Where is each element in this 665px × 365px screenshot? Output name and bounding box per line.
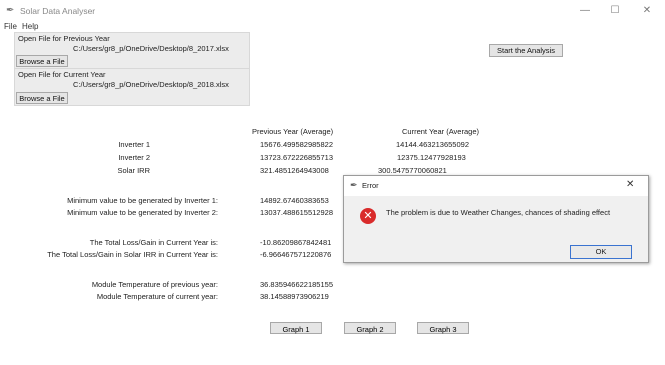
- title-bar: ✒ Solar Data Analyser — ☐ ✕: [0, 0, 665, 22]
- inverter-1-previous: 15676.499582985822: [260, 140, 333, 149]
- previous-file-panel: Open File for Previous Year C:/Users/gr8…: [14, 32, 250, 70]
- previous-year-header: Previous Year (Average): [252, 127, 334, 136]
- browse-previous-button[interactable]: Browse a File: [16, 55, 68, 67]
- module-temp-current-label: Module Temperature of current year:: [96, 292, 218, 301]
- loss-gain-irr-value: -6.966467571220876: [260, 250, 332, 259]
- maximize-button[interactable]: ☐: [604, 4, 626, 18]
- dialog-title: Error: [362, 181, 379, 190]
- feather-icon: ✒: [6, 5, 15, 16]
- feather-icon: ✒: [350, 180, 358, 190]
- min-inverter-2-label: Minimum value to be generated by Inverte…: [67, 208, 218, 217]
- error-dialog: ✒ Error ✕ ✕ The problem is due to Weathe…: [343, 175, 649, 263]
- menu-help[interactable]: Help: [22, 22, 38, 31]
- solar-irr-previous: 321.4851264943008: [260, 166, 329, 175]
- graph-2-button[interactable]: Graph 2: [344, 322, 396, 334]
- row-label-solar-irr: Solar IRR: [117, 166, 150, 175]
- graph-3-button[interactable]: Graph 3: [417, 322, 469, 334]
- module-temp-previous-label: Module Temperature of previous year:: [91, 280, 218, 289]
- current-file-path: C:/Users/gr8_p/OneDrive/Desktop/8_2018.x…: [73, 80, 229, 89]
- inverter-2-current: 12375.12477928193: [397, 153, 466, 162]
- min-inverter-1-value: 14892.67460383653: [260, 196, 329, 205]
- module-temp-current-value: 38.14588973906219: [260, 292, 329, 301]
- inverter-1-current: 14144.463213655092: [396, 140, 469, 149]
- min-inverter-1-label: Minimum value to be generated by Inverte…: [67, 196, 218, 205]
- solar-irr-current: 300.5475770060821: [378, 166, 447, 175]
- window-title: Solar Data Analyser: [20, 6, 96, 16]
- menu-file[interactable]: File: [4, 22, 17, 31]
- inverter-2-previous: 13723.672226855713: [260, 153, 333, 162]
- row-label-inverter-1: Inverter 1: [118, 140, 150, 149]
- module-temp-previous-value: 36.835946622185155: [260, 280, 333, 289]
- current-year-header: Current Year (Average): [402, 127, 479, 136]
- minimize-button[interactable]: —: [574, 4, 596, 18]
- browse-current-button[interactable]: Browse a File: [16, 92, 68, 104]
- previous-file-path: C:/Users/gr8_p/OneDrive/Desktop/8_2017.x…: [73, 44, 229, 53]
- current-file-panel: Open File for Current Year C:/Users/gr8_…: [14, 68, 250, 106]
- dialog-title-bar: ✒ Error ✕: [344, 176, 648, 196]
- current-file-label: Open File for Current Year: [18, 70, 106, 79]
- row-label-inverter-2: Inverter 2: [118, 153, 150, 162]
- min-inverter-2-value: 13037.488615512928: [260, 208, 333, 217]
- dialog-close-button[interactable]: ✕: [626, 179, 634, 190]
- loss-gain-label: The Total Loss/Gain in Current Year is:: [89, 238, 218, 247]
- loss-gain-irr-label: The Total Loss/Gain in Solar IRR in Curr…: [47, 250, 218, 259]
- loss-gain-value: -10.86209867842481: [260, 238, 332, 247]
- close-button[interactable]: ✕: [636, 4, 658, 18]
- error-icon: ✕: [360, 208, 376, 224]
- graph-1-button[interactable]: Graph 1: [270, 322, 322, 334]
- ok-button[interactable]: OK: [570, 245, 632, 259]
- dialog-message: The problem is due to Weather Changes, c…: [386, 208, 611, 217]
- start-analysis-button[interactable]: Start the Analysis: [489, 44, 563, 57]
- previous-file-label: Open File for Previous Year: [18, 34, 110, 43]
